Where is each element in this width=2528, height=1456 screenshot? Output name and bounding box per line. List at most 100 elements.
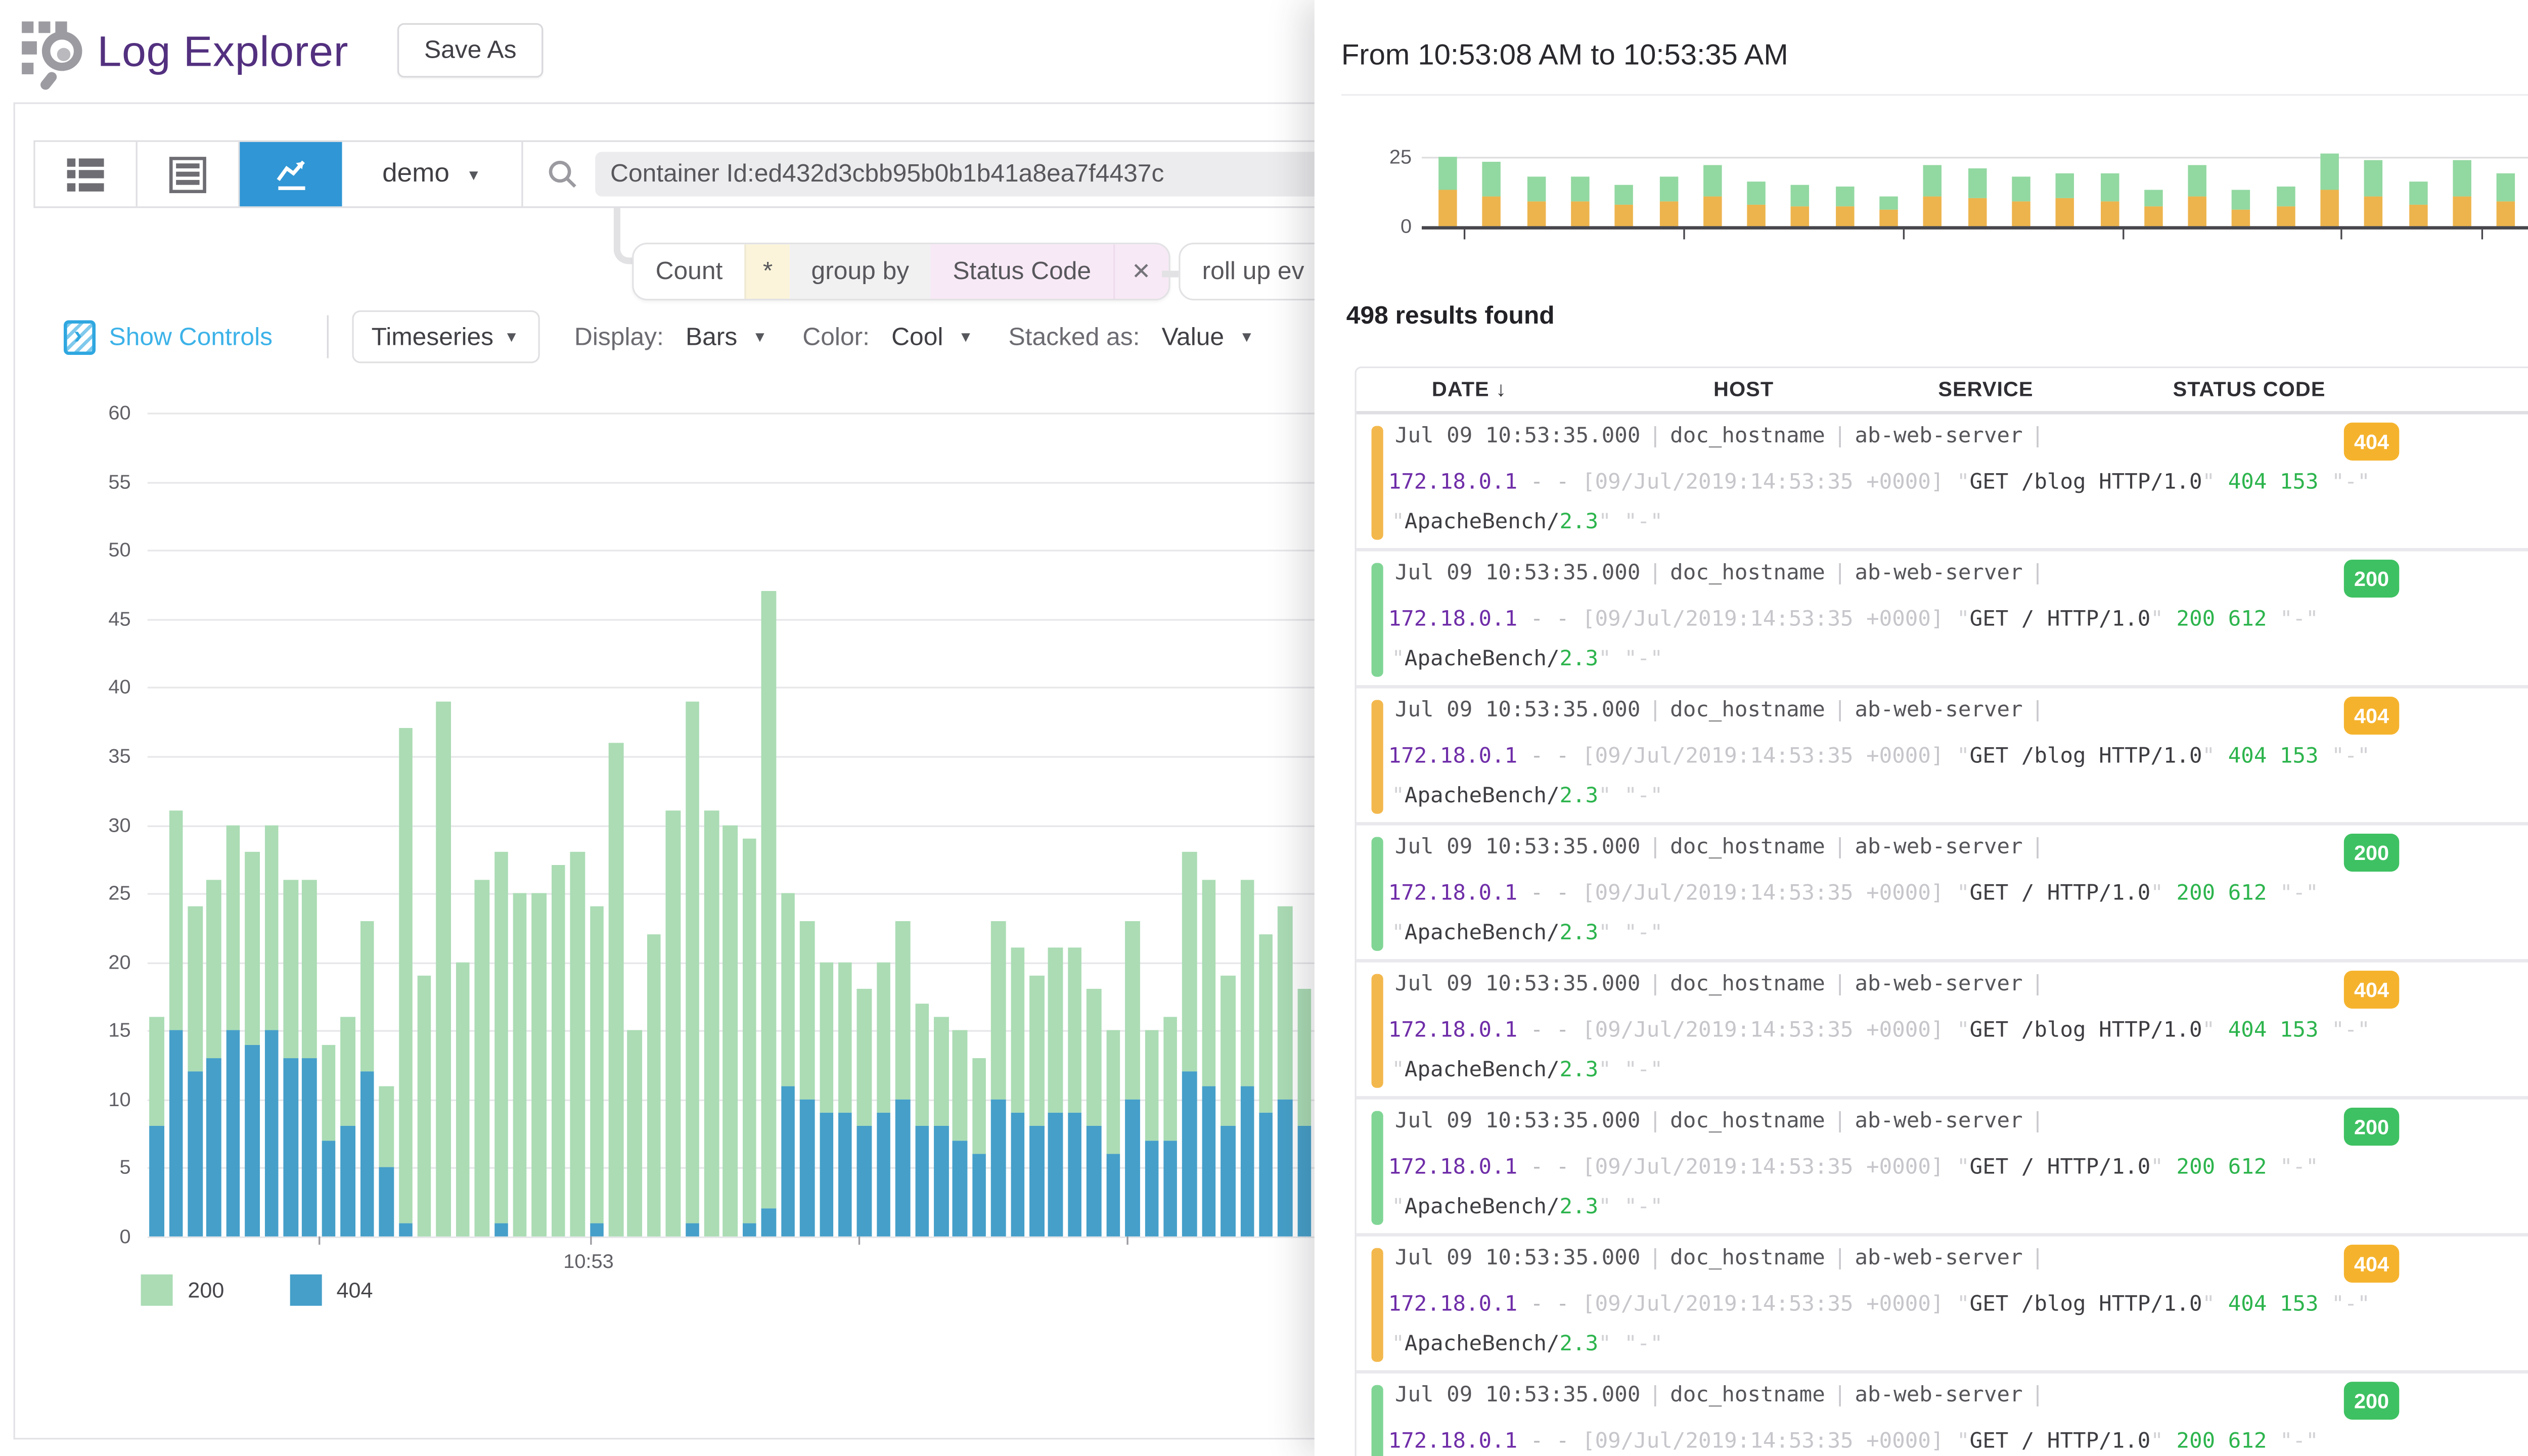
- mini-bar-200-segment[interactable]: [1527, 176, 1545, 201]
- bar-404-segment[interactable]: [302, 1058, 317, 1237]
- mini-bar-200-segment[interactable]: [2497, 173, 2515, 201]
- bar-200-segment[interactable]: [1049, 948, 1063, 1113]
- bar-404-segment[interactable]: [1221, 1126, 1235, 1236]
- bar-404-segment[interactable]: [341, 1126, 355, 1236]
- bar-200-segment[interactable]: [494, 852, 508, 1222]
- bar-404-segment[interactable]: [1240, 1085, 1254, 1237]
- bar-200-segment[interactable]: [819, 962, 833, 1113]
- bar-200-segment[interactable]: [1087, 989, 1101, 1127]
- log-row[interactable]: Jul 09 10:53:35.000|doc_hostname|ab-web-…: [1357, 1100, 2528, 1237]
- bar-404-segment[interactable]: [169, 1030, 183, 1236]
- mini-bar-200-segment[interactable]: [1438, 157, 1457, 190]
- bar-404-segment[interactable]: [838, 1113, 852, 1236]
- mini-bar-404-segment[interactable]: [2320, 190, 2338, 226]
- bar-200-segment[interactable]: [1163, 1017, 1178, 1140]
- bar-404-segment[interactable]: [245, 1044, 259, 1237]
- bar-200-segment[interactable]: [666, 811, 680, 1237]
- mini-bar-200-segment[interactable]: [2320, 154, 2338, 190]
- bar-404-segment[interactable]: [284, 1058, 298, 1237]
- saved-view-select[interactable]: demo ▼: [342, 142, 523, 206]
- bar-200-segment[interactable]: [436, 701, 450, 1237]
- bar-200-segment[interactable]: [857, 989, 872, 1127]
- log-row[interactable]: Jul 09 10:53:35.000|doc_hostname|ab-web-…: [1357, 963, 2528, 1100]
- bar-200-segment[interactable]: [934, 1017, 948, 1126]
- measure-pill[interactable]: Count: [634, 244, 744, 299]
- mini-bar-404-segment[interactable]: [1438, 190, 1457, 226]
- bar-404-segment[interactable]: [762, 1209, 776, 1236]
- bar-200-segment[interactable]: [895, 921, 910, 1099]
- mini-bar-200-segment[interactable]: [2232, 190, 2250, 209]
- bar-404-segment[interactable]: [226, 1030, 240, 1236]
- show-controls-link[interactable]: Show Controls: [109, 323, 273, 351]
- bar-404-segment[interactable]: [781, 1085, 795, 1237]
- bar-200-segment[interactable]: [991, 921, 1006, 1099]
- bar-404-segment[interactable]: [1259, 1113, 1273, 1236]
- bar-404-segment[interactable]: [1202, 1085, 1216, 1237]
- bar-200-segment[interactable]: [762, 591, 776, 1209]
- bar-200-segment[interactable]: [322, 1044, 336, 1141]
- bar-404-segment[interactable]: [1029, 1126, 1044, 1236]
- bar-200-segment[interactable]: [570, 852, 584, 1236]
- bar-404-segment[interactable]: [398, 1223, 413, 1237]
- bar-200-segment[interactable]: [1010, 948, 1024, 1113]
- bar-404-segment[interactable]: [1183, 1072, 1197, 1237]
- mini-bar-404-segment[interactable]: [1482, 196, 1501, 226]
- bar-404-segment[interactable]: [1106, 1154, 1120, 1237]
- bar-404-segment[interactable]: [1278, 1099, 1292, 1237]
- bar-404-segment[interactable]: [494, 1223, 508, 1237]
- bar-404-segment[interactable]: [379, 1168, 393, 1237]
- bar-200-segment[interactable]: [1259, 934, 1273, 1113]
- mini-bar-404-segment[interactable]: [2232, 209, 2250, 226]
- mini-bar-200-segment[interactable]: [1791, 185, 1810, 207]
- bar-200-segment[interactable]: [1144, 1030, 1158, 1140]
- mini-bar-404-segment[interactable]: [2144, 207, 2162, 226]
- bar-200-segment[interactable]: [456, 962, 470, 1237]
- graph-type-select[interactable]: Timeseries ▼: [351, 310, 539, 363]
- bar-200-segment[interactable]: [1240, 880, 1254, 1085]
- log-row[interactable]: Jul 09 10:53:35.000|doc_hostname|ab-web-…: [1357, 1237, 2528, 1374]
- bar-200-segment[interactable]: [207, 880, 221, 1058]
- bar-200-segment[interactable]: [1202, 880, 1216, 1085]
- bar-404-segment[interactable]: [934, 1126, 948, 1236]
- mini-bar-200-segment[interactable]: [2012, 176, 2030, 201]
- mini-bar-200-segment[interactable]: [2056, 173, 2074, 198]
- bar-200-segment[interactable]: [590, 907, 604, 1223]
- split-view-button[interactable]: [138, 142, 240, 206]
- bar-404-segment[interactable]: [953, 1141, 967, 1237]
- bar-200-segment[interactable]: [1106, 1030, 1120, 1154]
- bar-200-segment[interactable]: [264, 825, 279, 1030]
- bar-200-segment[interactable]: [379, 1085, 393, 1168]
- column-header-service[interactable]: SERVICE: [1938, 378, 2173, 401]
- mini-bar-200-segment[interactable]: [1835, 188, 1854, 207]
- bar-404-segment[interactable]: [590, 1223, 604, 1237]
- bar-200-segment[interactable]: [704, 811, 718, 1237]
- list-view-button[interactable]: [35, 142, 138, 206]
- bar-200-segment[interactable]: [284, 880, 298, 1058]
- bar-200-segment[interactable]: [953, 1030, 967, 1140]
- bar-404-segment[interactable]: [1297, 1126, 1312, 1236]
- bar-404-segment[interactable]: [991, 1099, 1006, 1237]
- bar-200-segment[interactable]: [1125, 921, 1139, 1099]
- bar-200-segment[interactable]: [1297, 989, 1312, 1127]
- mini-bar-200-segment[interactable]: [1703, 165, 1721, 196]
- column-header-date[interactable]: DATE ↓: [1432, 378, 1713, 401]
- bar-404-segment[interactable]: [1163, 1141, 1178, 1237]
- bar-200-segment[interactable]: [398, 729, 413, 1223]
- column-header-status-code[interactable]: STATUS CODE: [2173, 378, 2326, 401]
- bar-404-segment[interactable]: [895, 1099, 910, 1237]
- bar-200-segment[interactable]: [150, 1017, 164, 1126]
- log-row[interactable]: Jul 09 10:53:35.000|doc_hostname|ab-web-…: [1357, 415, 2528, 552]
- mini-bar-404-segment[interactable]: [2100, 201, 2118, 226]
- bar-404-segment[interactable]: [1144, 1141, 1158, 1237]
- bar-200-segment[interactable]: [800, 921, 814, 1099]
- mini-bar-200-segment[interactable]: [1968, 168, 1986, 198]
- bar-404-segment[interactable]: [1010, 1113, 1024, 1236]
- bar-200-segment[interactable]: [245, 852, 259, 1044]
- bar-200-segment[interactable]: [360, 921, 374, 1072]
- bar-404-segment[interactable]: [264, 1030, 279, 1236]
- bar-404-segment[interactable]: [322, 1141, 336, 1237]
- bar-200-segment[interactable]: [226, 825, 240, 1030]
- bar-404-segment[interactable]: [877, 1113, 891, 1236]
- bar-404-segment[interactable]: [685, 1223, 699, 1237]
- bar-200-segment[interactable]: [1183, 852, 1197, 1071]
